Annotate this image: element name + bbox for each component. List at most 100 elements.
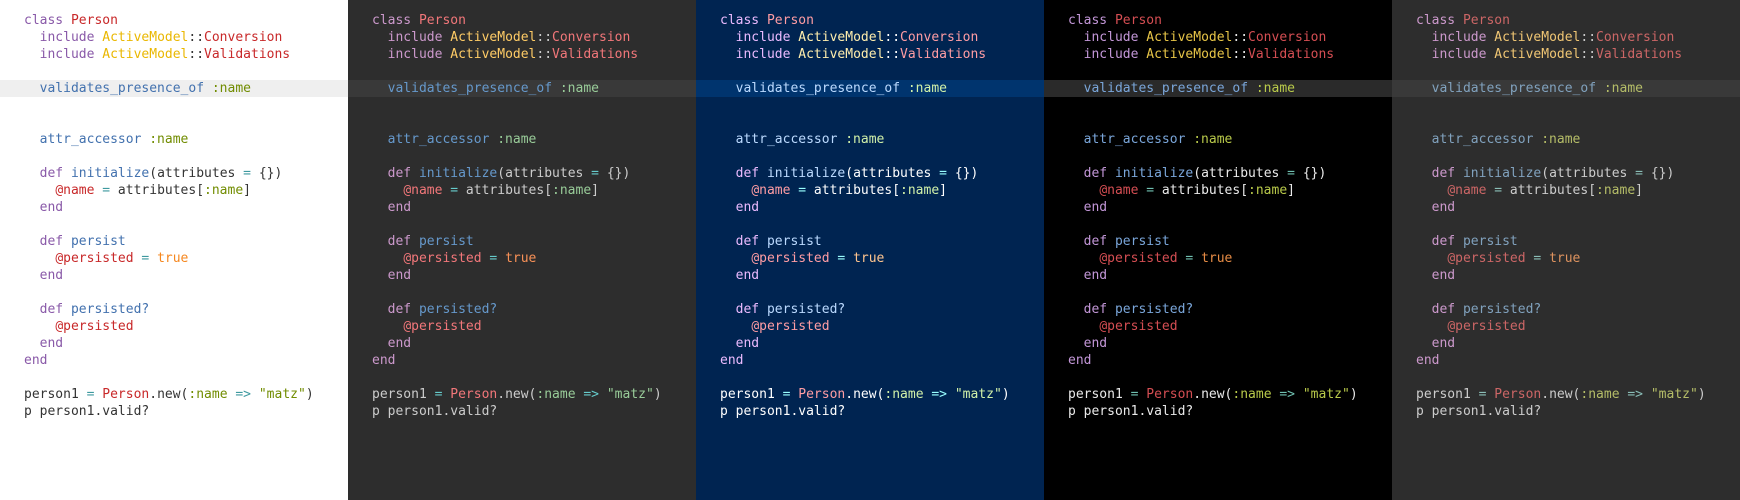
code-token: ) — [1002, 387, 1010, 402]
code-token: attr_accessor — [1432, 132, 1534, 147]
code-token: true — [1201, 251, 1232, 266]
code-line: @persisted — [1392, 319, 1538, 334]
code-token: .new( — [497, 387, 536, 402]
code-token: Person — [102, 387, 149, 402]
code-line: def initialize(attributes = {}) — [1392, 166, 1686, 181]
code-token: @name — [751, 183, 790, 198]
code-token: :name — [1541, 132, 1580, 147]
code-line: end — [348, 353, 407, 368]
code-token: => — [583, 387, 599, 402]
code-token: :name — [1580, 387, 1619, 402]
code-token — [552, 81, 560, 96]
code-line: person1 = Person.new(:name => "matz") — [696, 387, 1022, 402]
code-line: @name = attributes[:name] — [1392, 183, 1655, 198]
code-line: @persisted — [696, 319, 842, 334]
code-line: @persisted = true — [1392, 251, 1592, 266]
code-token: Conversion — [1248, 30, 1326, 45]
code-token: Person — [1146, 387, 1193, 402]
code-token: true — [1549, 251, 1580, 266]
code-token: p person1.valid? — [720, 404, 845, 419]
code-token: Person — [1463, 13, 1510, 28]
code-token: @name — [55, 183, 94, 198]
code-token: @persisted — [55, 251, 133, 266]
code-token — [1455, 166, 1463, 181]
code-token: end — [372, 353, 395, 368]
code-line: def persisted? — [696, 302, 857, 317]
code-line: include ActiveModel::Conversion — [0, 30, 294, 45]
code-token: ActiveModel — [102, 47, 188, 62]
code-token: def — [1084, 234, 1107, 249]
code-token: "matz" — [955, 387, 1002, 402]
code-panel-theme-3: class Person include ActiveModel::Conver… — [696, 0, 1044, 500]
code-token: include — [736, 30, 791, 45]
code-token: p person1.valid? — [24, 404, 149, 419]
code-panel-theme-5: class Person include ActiveModel::Conver… — [1392, 0, 1740, 500]
code-line — [0, 285, 36, 300]
code-token: @persisted — [55, 319, 133, 334]
code-token: def — [1432, 166, 1455, 181]
code-token: "matz" — [1303, 387, 1350, 402]
code-line — [1392, 285, 1428, 300]
code-token: ActiveModel — [798, 30, 884, 45]
code-token: .new( — [149, 387, 188, 402]
code-token: end — [1432, 336, 1455, 351]
code-token: @persisted — [403, 319, 481, 334]
code-token: end — [1084, 336, 1107, 351]
code-token: validates_presence_of — [736, 81, 900, 96]
code-line: attr_accessor :name — [1044, 132, 1244, 147]
code-token — [411, 166, 419, 181]
code-line — [1044, 64, 1080, 79]
code-token: initialize — [71, 166, 149, 181]
code-line: def persist — [348, 234, 486, 249]
code-token: end — [736, 336, 759, 351]
code-line — [1392, 149, 1428, 164]
code-token: persist — [1115, 234, 1170, 249]
code-token: ] — [591, 183, 599, 198]
code-line — [0, 370, 36, 385]
code-token: Validations — [204, 47, 290, 62]
code-line: @name = attributes[:name] — [696, 183, 959, 198]
code-line: @persisted = true — [1044, 251, 1244, 266]
code-token: persisted? — [1115, 302, 1193, 317]
code-token: def — [736, 166, 759, 181]
code-panel-theme-2: class Person include ActiveModel::Conver… — [348, 0, 696, 500]
code-token: :name — [204, 183, 243, 198]
code-token: attr_accessor — [388, 132, 490, 147]
code-token — [1193, 251, 1201, 266]
code-line: end — [0, 268, 75, 283]
code-token: .new( — [845, 387, 884, 402]
code-token: end — [1432, 268, 1455, 283]
code-token: validates_presence_of — [1432, 81, 1596, 96]
code-token: @persisted — [751, 319, 829, 334]
code-token — [411, 13, 419, 28]
code-token — [497, 251, 505, 266]
code-token: end — [1084, 200, 1107, 215]
code-token: @name — [1447, 183, 1486, 198]
code-token — [1455, 234, 1463, 249]
code-token: Conversion — [204, 30, 282, 45]
code-token: :name — [1596, 183, 1635, 198]
code-token: @persisted — [751, 251, 829, 266]
code-token: end — [388, 268, 411, 283]
code-token: include — [388, 30, 443, 45]
code-token: end — [388, 336, 411, 351]
code-token: :: — [188, 47, 204, 62]
code-token: ) — [654, 387, 662, 402]
code-line — [348, 115, 384, 130]
code-token: ) — [1698, 387, 1706, 402]
code-line: @persisted = true — [348, 251, 548, 266]
code-token: "matz" — [607, 387, 654, 402]
code-token: end — [388, 200, 411, 215]
code-line — [1392, 370, 1428, 385]
code-token: person1 — [1068, 387, 1131, 402]
code-token: ] — [1635, 183, 1643, 198]
code-token: = — [591, 166, 599, 181]
code-token: include — [1084, 30, 1139, 45]
code-line: def initialize(attributes = {}) — [0, 166, 294, 181]
code-token: :name — [1193, 132, 1232, 147]
code-token — [63, 234, 71, 249]
code-token: :: — [884, 47, 900, 62]
code-token: :name — [536, 387, 575, 402]
code-line: end — [1392, 353, 1451, 368]
code-token — [1643, 387, 1651, 402]
